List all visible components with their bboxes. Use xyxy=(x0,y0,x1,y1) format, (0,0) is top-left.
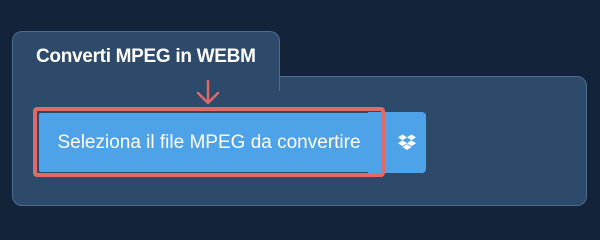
page-title: Converti MPEG in WEBM xyxy=(36,46,256,67)
converter-widget: Converti MPEG in WEBM Seleziona il file … xyxy=(0,0,600,230)
select-file-button[interactable]: Seleziona il file MPEG da convertire xyxy=(39,113,379,172)
arrow-down-icon xyxy=(196,80,220,105)
converter-tab: Converti MPEG in WEBM xyxy=(12,31,280,91)
dropbox-icon xyxy=(398,134,416,150)
